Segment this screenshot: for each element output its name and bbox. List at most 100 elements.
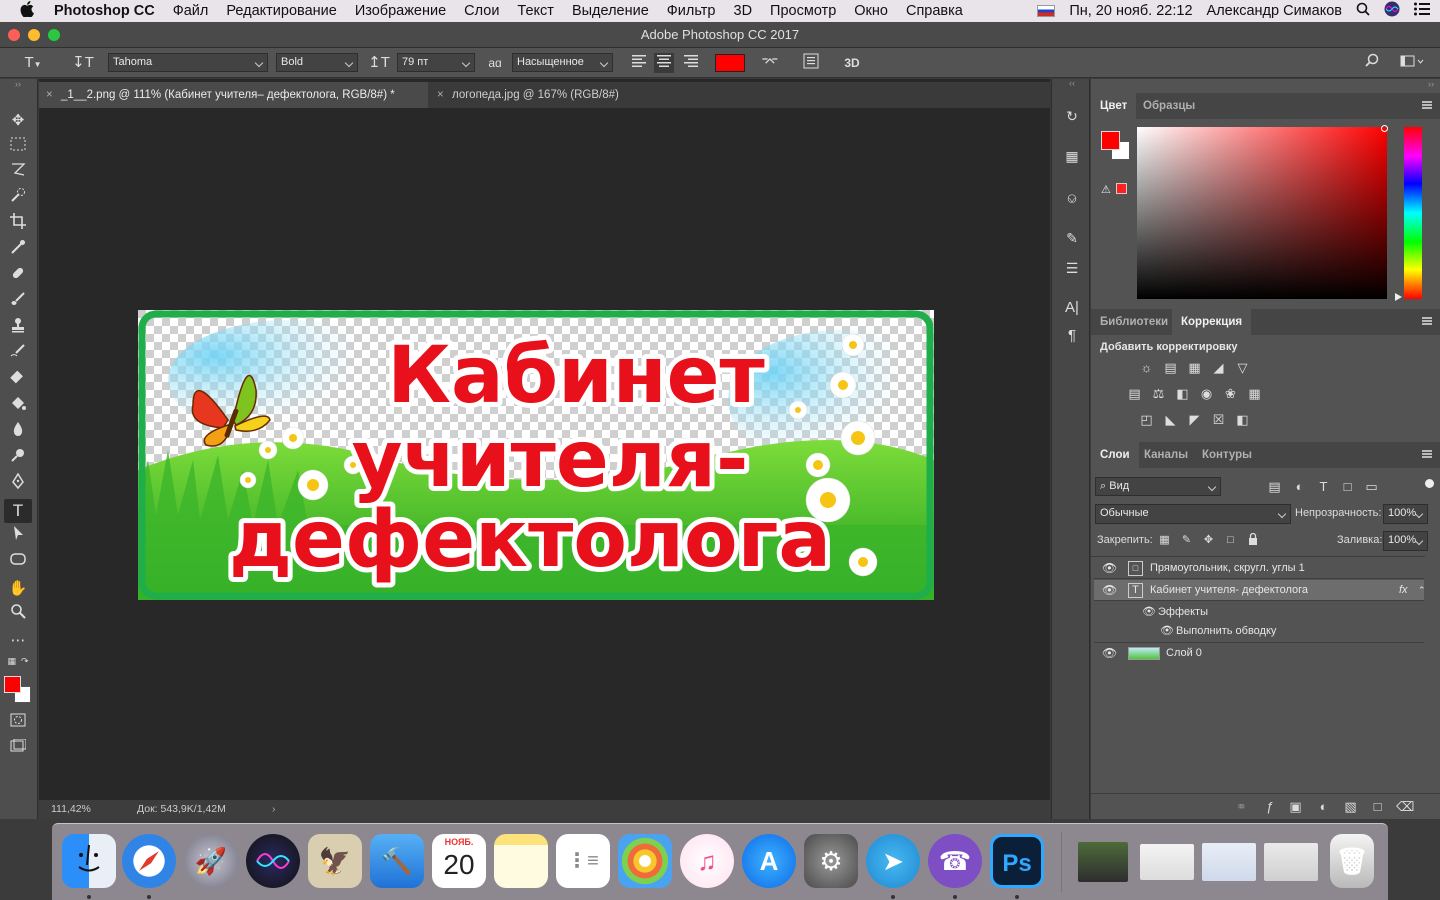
visibility-eye-icon[interactable]: 👁 xyxy=(1160,621,1174,642)
screenshot-thumbnail-icon[interactable] xyxy=(1202,843,1256,881)
history-brush-tool-icon[interactable] xyxy=(4,343,32,367)
quick-selection-tool-icon[interactable] xyxy=(4,187,32,211)
color-field[interactable] xyxy=(1137,127,1387,299)
path-selection-tool-icon[interactable] xyxy=(4,525,32,549)
search-icon[interactable] xyxy=(1362,53,1382,73)
antialias-select[interactable]: Насыщенное xyxy=(512,53,613,72)
menu-layers[interactable]: Слои xyxy=(455,3,508,19)
visibility-eye-icon[interactable]: 👁 xyxy=(1102,643,1117,664)
tab-swatches[interactable]: Образцы xyxy=(1134,93,1204,119)
tab-channels[interactable]: Каналы xyxy=(1135,442,1197,468)
menu-type[interactable]: Текст xyxy=(508,3,563,19)
collapse-effects-icon[interactable]: ⌃ xyxy=(1418,580,1426,601)
paragraph-panel-icon[interactable]: ¶ xyxy=(1061,325,1083,347)
tab-color[interactable]: Цвет xyxy=(1091,93,1137,119)
character-panel-strip-icon[interactable]: A| xyxy=(1061,297,1083,319)
system-preferences-icon[interactable]: ⚙ xyxy=(804,834,858,888)
black-white-icon[interactable]: ◧ xyxy=(1174,386,1191,401)
filter-toggle-icon[interactable] xyxy=(1425,479,1434,488)
layer-row[interactable]: 👁 □ Прямоугольник, скругл. углы 1 xyxy=(1094,558,1424,579)
status-menu-arrow-icon[interactable]: › xyxy=(272,800,276,819)
text-color-swatch[interactable] xyxy=(715,54,745,72)
color-picker-handle[interactable] xyxy=(1381,125,1388,132)
input-source-flag-icon[interactable] xyxy=(1037,5,1056,17)
collapse-toolbox-icon[interactable]: ›› xyxy=(4,79,32,91)
clone-stamp-tool-icon[interactable] xyxy=(4,317,32,341)
add-layer-style-icon[interactable]: ƒ xyxy=(1261,799,1278,814)
align-left-icon[interactable] xyxy=(629,53,649,73)
brush-tool-icon[interactable] xyxy=(4,291,32,315)
move-tool-icon[interactable]: ✥ xyxy=(4,109,32,133)
notes-icon[interactable] xyxy=(494,834,548,888)
document-size[interactable]: Док: 543,9K/1,42M xyxy=(137,800,226,819)
brightness-contrast-icon[interactable]: ☼ xyxy=(1138,360,1155,375)
finder-icon[interactable] xyxy=(62,834,116,888)
menu-3d[interactable]: 3D xyxy=(725,3,762,19)
app-menu[interactable]: Photoshop CC xyxy=(54,3,164,19)
siri-dock-icon[interactable] xyxy=(246,834,300,888)
gamut-color-swatch[interactable] xyxy=(1116,183,1127,194)
layer-name[interactable]: Кабинет учителя- дефектолога xyxy=(1150,580,1308,601)
paint-bucket-tool-icon[interactable] xyxy=(4,395,32,419)
photos-icon[interactable] xyxy=(618,834,672,888)
layer-row-selected[interactable]: 👁 T Кабинет учителя- дефектолога fx ⌃ xyxy=(1094,580,1426,601)
shape-tool-icon[interactable] xyxy=(4,551,32,575)
blend-mode-select[interactable]: Обычные xyxy=(1095,504,1291,524)
character-panel-icon[interactable] xyxy=(801,53,821,73)
user-name[interactable]: Александр Симаков xyxy=(1207,3,1342,19)
type-tool-icon[interactable]: T xyxy=(4,499,32,523)
tab-adjustments[interactable]: Коррекция xyxy=(1172,309,1252,335)
new-group-icon[interactable]: ▧ xyxy=(1342,799,1359,814)
pen-tool-icon[interactable] xyxy=(4,472,32,497)
brushes-panel-icon[interactable]: ✎ xyxy=(1061,227,1083,249)
blur-tool-icon[interactable] xyxy=(4,421,32,445)
3d-button[interactable]: 3D xyxy=(841,53,863,73)
new-layer-icon[interactable]: □ xyxy=(1369,799,1386,814)
trash-icon[interactable]: 🗑 xyxy=(1330,834,1374,888)
more-tools-icon[interactable]: ⋯ xyxy=(4,629,32,653)
close-window-icon[interactable] xyxy=(8,29,20,41)
adjustments-slider-icon[interactable]: ☰ xyxy=(1061,257,1083,279)
menu-help[interactable]: Справка xyxy=(897,3,972,19)
close-tab-icon[interactable]: × xyxy=(46,82,53,108)
screenshot-thumbnail-icon[interactable] xyxy=(1140,844,1194,880)
preview-app-icon[interactable]: 🦅 xyxy=(308,834,362,888)
stroke-effect-row[interactable]: 👁 Выполнить обводку xyxy=(1094,621,1424,642)
levels-icon[interactable]: ▤ xyxy=(1162,360,1179,375)
visibility-eye-icon[interactable]: 👁 xyxy=(1102,558,1117,579)
calendar-icon[interactable]: НОЯБ. 20 xyxy=(432,834,486,888)
hue-slider[interactable] xyxy=(1404,127,1422,299)
menu-view[interactable]: Просмотр xyxy=(761,3,845,19)
layer-row[interactable]: 👁 Слой 0 xyxy=(1094,642,1424,663)
layer-fx-badge[interactable]: fx xyxy=(1399,580,1408,601)
zoom-tool-icon[interactable] xyxy=(4,603,32,627)
eraser-tool-icon[interactable] xyxy=(4,369,32,393)
align-center-icon[interactable] xyxy=(654,53,674,73)
stack-downloads-icon[interactable] xyxy=(1078,842,1128,882)
warp-text-icon[interactable]: ⌤ xyxy=(760,53,780,73)
lock-all-icon[interactable] xyxy=(1244,532,1261,548)
notification-center-icon[interactable] xyxy=(1414,2,1430,20)
threshold-icon[interactable]: ◤ xyxy=(1186,412,1203,427)
lasso-tool-icon[interactable] xyxy=(4,161,32,185)
safari-icon[interactable] xyxy=(122,834,176,888)
minimize-window-icon[interactable] xyxy=(28,29,40,41)
invert-icon[interactable]: ◰ xyxy=(1138,412,1155,427)
tool-preset-picker[interactable]: T▼ xyxy=(20,53,46,73)
filter-shape-icon[interactable]: □ xyxy=(1339,479,1356,494)
effects-row[interactable]: 👁 Эффекты xyxy=(1094,602,1424,623)
opacity-input[interactable]: 100% xyxy=(1383,504,1428,524)
close-tab-icon[interactable]: × xyxy=(437,82,444,108)
filter-adjustment-icon[interactable]: ◐ xyxy=(1291,479,1308,494)
text-orientation-icon[interactable]: ↧T xyxy=(72,53,94,73)
font-family-select[interactable]: Tahoma xyxy=(108,53,268,72)
filter-pixel-icon[interactable]: ▤ xyxy=(1266,479,1283,494)
screenshot-thumbnail-icon[interactable] xyxy=(1264,843,1318,881)
layer-filter-select[interactable]: ⌕ Вид xyxy=(1095,477,1221,496)
tab-document-1[interactable]: × _1__2.png @ 111% (Кабинет учителя– деф… xyxy=(39,82,428,108)
link-layers-icon[interactable]: ⚭ xyxy=(1233,799,1250,814)
font-size-select[interactable]: 79 пт xyxy=(397,53,475,72)
collapse-panels-icon[interactable]: ‹‹ xyxy=(1061,77,1083,89)
posterize-icon[interactable]: ◣ xyxy=(1162,412,1179,427)
tab-layers[interactable]: Слои xyxy=(1091,442,1139,468)
